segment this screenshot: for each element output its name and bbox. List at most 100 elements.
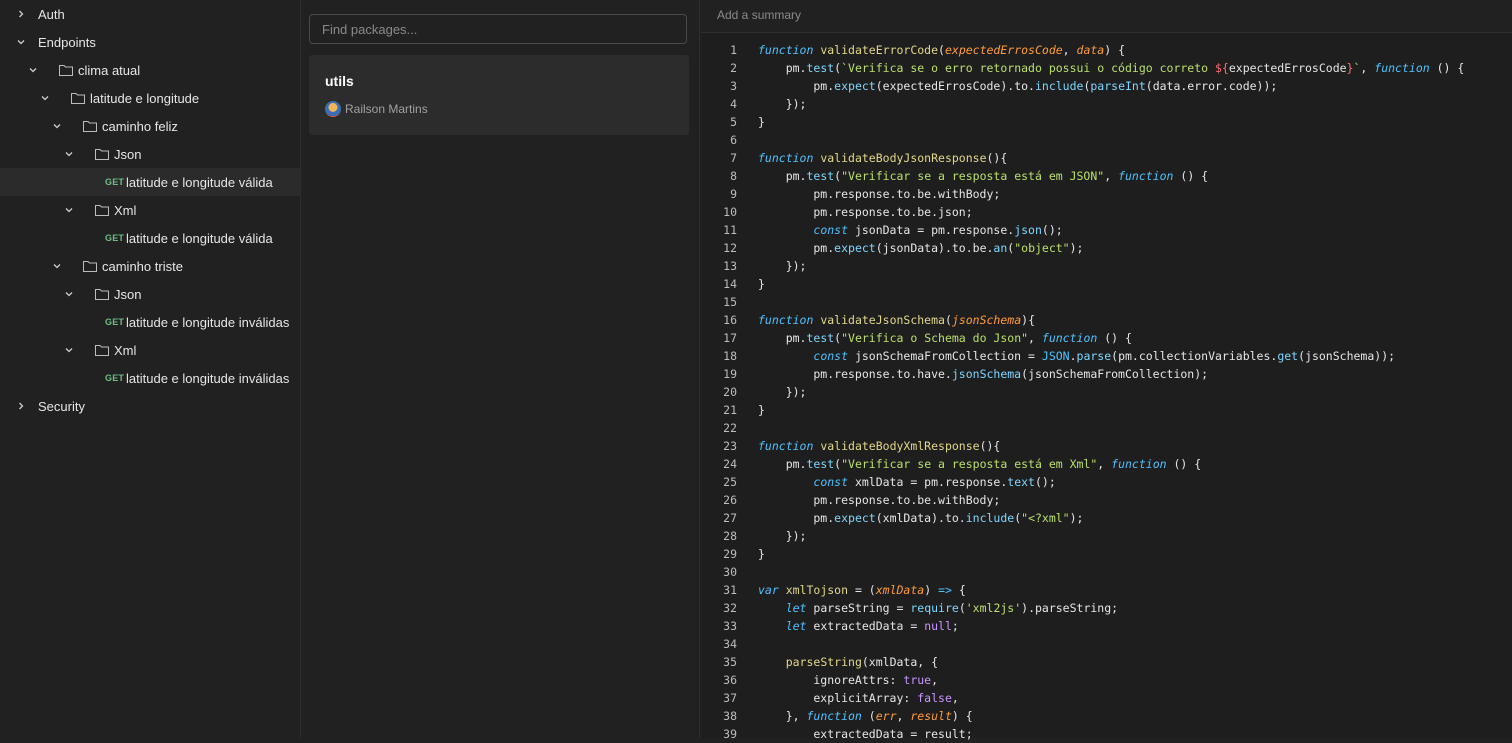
code-line: 2 pm.test(`Verifica se o erro retornado … xyxy=(701,59,1512,77)
line-number: 26 xyxy=(723,493,737,507)
line-number: 16 xyxy=(723,313,737,327)
sidebar-folder-item[interactable]: Json xyxy=(0,140,300,168)
code-token: ${ xyxy=(1214,61,1229,75)
code-editor[interactable]: 1 function validateErrorCode(expectedErro… xyxy=(701,41,1512,743)
chevron-down-icon[interactable] xyxy=(52,121,62,131)
code-token: { xyxy=(951,583,966,597)
code-token: () { xyxy=(1429,61,1465,75)
sidebar-folder-item[interactable]: caminho feliz xyxy=(0,112,300,140)
code-token: (){ xyxy=(986,151,1008,165)
line-number: 1 xyxy=(730,43,737,57)
code-token: } xyxy=(758,547,765,561)
line-number: 38 xyxy=(723,709,737,723)
code-token: "Verificar se a resposta está em Xml" xyxy=(841,457,1098,471)
package-library-panel: utils Railson Martins xyxy=(301,0,700,738)
code-token: function xyxy=(758,439,814,453)
line-number: 23 xyxy=(723,439,737,453)
code-token: function xyxy=(1118,169,1174,183)
sidebar-folder-item[interactable]: Xml xyxy=(0,196,300,224)
sidebar-request-item[interactable]: GET latitude e longitude válida xyxy=(0,224,300,252)
sidebar-folder-item[interactable]: clima atual xyxy=(0,56,300,84)
code-token: => xyxy=(938,583,952,597)
folder-icon xyxy=(70,91,86,105)
code-line: 20 }); xyxy=(701,383,1512,401)
find-packages-input[interactable] xyxy=(309,14,687,44)
chevron-down-icon[interactable] xyxy=(28,65,38,75)
code-text: }); xyxy=(758,383,807,401)
code-token: ) { xyxy=(1104,43,1126,57)
chevron-down-icon[interactable] xyxy=(64,149,74,159)
code-token: function xyxy=(1111,457,1167,471)
code-text: } xyxy=(758,113,765,131)
chevron-right-icon[interactable] xyxy=(16,401,26,411)
code-token: ) xyxy=(924,583,939,597)
code-token: test xyxy=(806,331,835,345)
code-token: , xyxy=(931,673,939,687)
line-number: 5 xyxy=(730,115,737,129)
code-token: JSON xyxy=(1041,349,1070,363)
sidebar-request-item[interactable]: GET latitude e longitude inválidas xyxy=(0,308,300,336)
chevron-down-icon[interactable] xyxy=(16,37,26,47)
line-number: 4 xyxy=(730,97,737,111)
code-token: an xyxy=(993,241,1008,255)
chevron-down-icon[interactable] xyxy=(64,289,74,299)
code-text: function validateErrorCode(expectedErros… xyxy=(758,41,1125,59)
folder-icon xyxy=(82,259,98,273)
code-text: parseString(xmlData, { xyxy=(758,653,938,671)
sidebar-collection-item[interactable]: Auth xyxy=(0,0,300,28)
code-token: get xyxy=(1277,349,1299,363)
code-text: var xmlTojson = (xmlData) => { xyxy=(758,581,966,599)
code-token: pm. xyxy=(758,457,807,471)
code-token: () { xyxy=(1173,169,1209,183)
sidebar-folder-item[interactable]: latitude e longitude xyxy=(0,84,300,112)
code-token: (jsonSchemaFromCollection); xyxy=(1021,367,1209,381)
folder-icon xyxy=(58,63,74,77)
line-number: 32 xyxy=(723,601,737,615)
add-summary-input[interactable]: Add a summary xyxy=(717,8,801,22)
code-token: extractedData = xyxy=(806,619,925,633)
code-token: expect xyxy=(834,79,876,93)
package-author: Railson Martins xyxy=(325,101,428,117)
code-token: ( xyxy=(861,709,876,723)
line-number: 35 xyxy=(723,655,737,669)
code-token: (); xyxy=(1034,475,1056,489)
sidebar-folder-item[interactable]: Xml xyxy=(0,336,300,364)
collection-sidebar: Auth Endpoints clima atual latitude e longi… xyxy=(0,0,301,738)
code-text: const jsonData = pm.response.json(); xyxy=(758,221,1062,239)
code-token: include xyxy=(1034,79,1084,93)
chevron-down-icon[interactable] xyxy=(64,345,74,355)
code-token: parseString = xyxy=(806,601,911,615)
sidebar-request-item[interactable]: GET latitude e longitude válida xyxy=(0,168,300,196)
chevron-down-icon[interactable] xyxy=(52,261,62,271)
line-number: 8 xyxy=(730,169,737,183)
code-token: ( xyxy=(958,601,966,615)
line-number: 12 xyxy=(723,241,737,255)
code-token: "Verificar se a resposta está em JSON" xyxy=(841,169,1105,183)
sidebar-item-label: Json xyxy=(114,286,142,302)
package-card[interactable]: utils Railson Martins xyxy=(309,55,689,135)
chevron-down-icon[interactable] xyxy=(64,205,74,215)
code-token: validateBodyXmlResponse xyxy=(820,439,980,453)
sidebar-item-label: latitude e longitude inválidas xyxy=(126,314,290,330)
chevron-down-icon[interactable] xyxy=(40,93,50,103)
sidebar-folder-item[interactable]: Json xyxy=(0,280,300,308)
line-number: 7 xyxy=(730,151,737,165)
line-number: 37 xyxy=(723,691,737,705)
sidebar-collection-item[interactable]: Endpoints xyxy=(0,28,300,56)
sidebar-collection-item[interactable]: Security xyxy=(0,392,300,420)
code-token: , xyxy=(1360,61,1375,75)
chevron-right-icon[interactable] xyxy=(16,9,26,19)
code-text: } xyxy=(758,401,765,419)
code-token: (expectedErrosCode).to. xyxy=(875,79,1035,93)
code-token: (pm.collectionVariables. xyxy=(1111,349,1278,363)
code-token: function xyxy=(1374,61,1430,75)
sidebar-folder-item[interactable]: caminho triste xyxy=(0,252,300,280)
summary-bar[interactable]: Add a summary xyxy=(701,0,1512,33)
line-number: 14 xyxy=(723,277,737,291)
code-text: pm.expect(expectedErrosCode).to.include (… xyxy=(758,77,1277,95)
code-text: let extractedData = null; xyxy=(758,617,959,635)
code-token: . xyxy=(1069,349,1077,363)
sidebar-request-item[interactable]: GET latitude e longitude inválidas xyxy=(0,364,300,392)
